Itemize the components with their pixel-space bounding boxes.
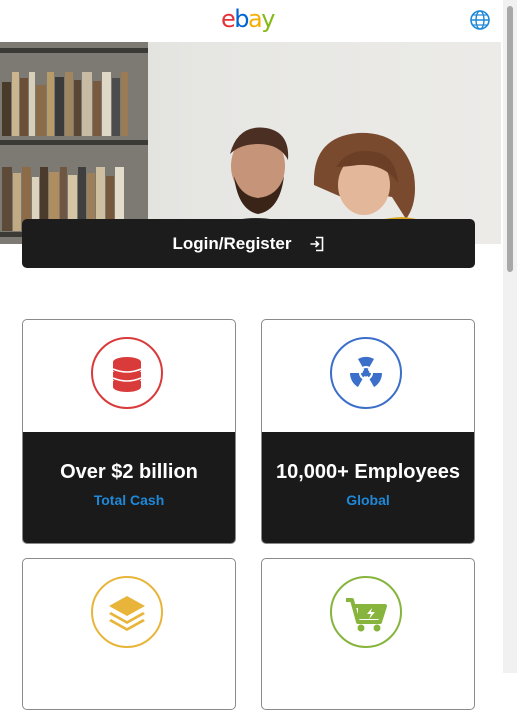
sign-in-icon — [310, 236, 323, 251]
login-register-button[interactable]: Login/Register — [22, 219, 475, 268]
cart-icon — [330, 576, 402, 648]
logo-letter-e: e — [221, 5, 236, 33]
stat-card-cart[interactable] — [261, 558, 475, 710]
stat-value: 10,000+ Employees — [275, 461, 460, 483]
globe-icon[interactable] — [469, 9, 491, 31]
stat-label: Total Cash — [93, 492, 165, 508]
stat-label: Global — [346, 492, 390, 508]
bookshelf — [0, 42, 148, 244]
scrollbar-thumb[interactable] — [507, 6, 513, 272]
login-register-label: Login/Register — [172, 233, 292, 253]
coins-icon — [91, 337, 163, 409]
logo-letter-b: b — [234, 5, 249, 33]
top-bar: ebay — [0, 0, 503, 42]
shelf-board — [0, 48, 148, 53]
logo-letter-a: a — [248, 5, 263, 33]
stat-card-total-cash[interactable]: Over $2 billion Total Cash — [22, 319, 236, 544]
stat-value: Over $2 billion — [60, 461, 198, 483]
logo-letter-y: y — [261, 5, 275, 33]
shelf-board — [0, 140, 148, 145]
hero-image — [0, 42, 501, 244]
radiation-icon — [330, 337, 402, 409]
stat-card-employees[interactable]: 10,000+ Employees Global — [261, 319, 475, 544]
ebay-logo[interactable]: ebay — [221, 4, 275, 34]
vertical-scrollbar[interactable] — [503, 0, 517, 673]
book-row — [2, 72, 142, 136]
stat-card-layers[interactable] — [22, 558, 236, 710]
layers-icon — [91, 576, 163, 648]
